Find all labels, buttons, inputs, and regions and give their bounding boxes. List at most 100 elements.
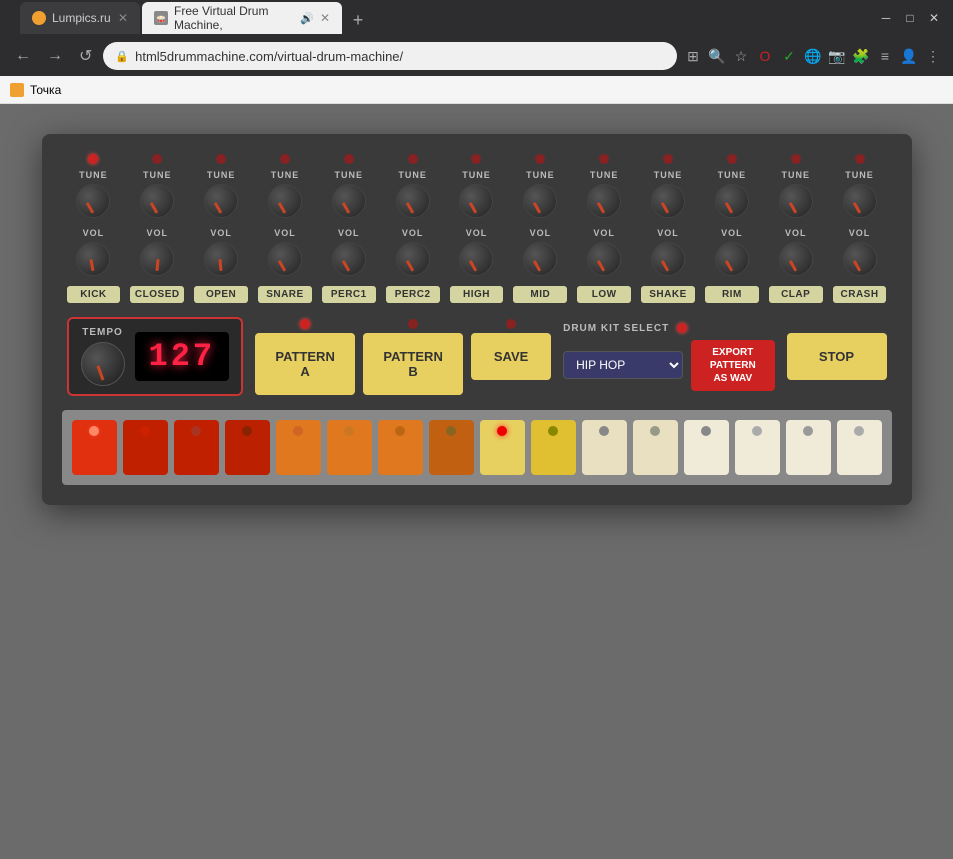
pad-led-9 [497,426,507,436]
tune-label-rim: TUNE [718,170,747,180]
knob-rim-tune[interactable] [715,184,749,218]
inst-btn-perc2[interactable]: PERC2 [386,286,440,303]
inst-rim-vol: VOL [705,228,759,276]
pad-14[interactable] [735,420,780,475]
save-button[interactable]: SAVE [471,333,551,380]
inst-shake-vol: VOL [641,228,695,276]
forward-button[interactable]: → [42,45,68,67]
knob-high-tune[interactable] [459,184,493,218]
knob-rim-vol[interactable] [715,242,749,276]
star-icon[interactable]: ☆ [731,46,751,66]
pad-2[interactable] [123,420,168,475]
inst-btn-kick[interactable]: KICK [67,286,121,303]
inst-btn-clap[interactable]: CLAP [769,286,823,303]
opera-icon[interactable]: O [755,46,775,66]
knob-shake-tune[interactable] [651,184,685,218]
pad-9[interactable] [480,420,525,475]
maximize-button[interactable]: □ [903,11,917,25]
pattern-b-button[interactable]: PATTERN B [363,333,463,395]
knob-crash-tune[interactable] [843,184,877,218]
globe-icon[interactable]: 🌐 [803,46,823,66]
pad-6[interactable] [327,420,372,475]
knob-snare-tune[interactable] [268,184,302,218]
inst-btn-crash[interactable]: CRASH [833,286,887,303]
led-shake-tune [663,154,673,164]
knob-kick-tune[interactable] [76,184,110,218]
bookmark-label[interactable]: Точка [30,83,61,97]
search-icon[interactable]: 🔍 [707,46,727,66]
vol-label-kick: VOL [83,228,105,238]
inst-btn-open[interactable]: OPEN [194,286,248,303]
inst-btn-closed[interactable]: CLOSED [130,286,184,303]
inst-btn-high[interactable]: HIGH [450,286,504,303]
puzzle-icon[interactable]: 🧩 [851,46,871,66]
pad-1[interactable] [72,420,117,475]
camera-icon[interactable]: 📷 [827,46,847,66]
inst-btn-mid[interactable]: MID [513,286,567,303]
knob-closed-vol[interactable] [140,242,174,276]
pad-4[interactable] [225,420,270,475]
knob-mid-vol[interactable] [523,242,557,276]
menu-icon[interactable]: ≡ [875,46,895,66]
knob-open-tune[interactable] [204,184,238,218]
tab-drum[interactable]: 🥁 Free Virtual Drum Machine, 🔊 ✕ [142,2,342,34]
pad-7[interactable] [378,420,423,475]
knob-low-vol[interactable] [587,242,621,276]
knob-mid-tune[interactable] [523,184,557,218]
url-field[interactable]: 🔒 html5drummachine.com/virtual-drum-mach… [103,42,677,70]
inst-btn-perc1[interactable]: PERC1 [322,286,376,303]
knob-snare-vol[interactable] [268,242,302,276]
knob-crash-vol[interactable] [843,242,877,276]
knob-kick-vol[interactable] [76,242,110,276]
knob-high-vol[interactable] [459,242,493,276]
address-bar: ← → ↺ 🔒 html5drummachine.com/virtual-dru… [0,36,953,76]
inst-btn-shake[interactable]: SHAKE [641,286,695,303]
pattern-a-button[interactable]: PATTERN A [255,333,355,395]
pad-5[interactable] [276,420,321,475]
pad-12[interactable] [633,420,678,475]
profile-icon[interactable]: 👤 [899,46,919,66]
url-text: html5drummachine.com/virtual-drum-machin… [135,49,403,64]
drum-kit-select[interactable]: HIP HOP ROCK ELECTRONIC JAZZ [563,351,683,379]
back-button[interactable]: ← [10,45,36,67]
stop-button[interactable]: STOP [787,333,887,380]
reload-button[interactable]: ↺ [74,44,97,68]
tab-close-drum[interactable]: ✕ [320,11,330,25]
inst-btn-low[interactable]: LOW [577,286,631,303]
more-icon[interactable]: ⋮ [923,46,943,66]
knob-low-tune[interactable] [587,184,621,218]
pad-13[interactable] [684,420,729,475]
knob-closed-tune[interactable] [140,184,174,218]
minimize-button[interactable]: ─ [879,11,893,25]
export-button[interactable]: EXPORT PATTERNAS WAV [691,340,774,391]
led-low-tune [599,154,609,164]
knob-clap-tune[interactable] [779,184,813,218]
new-tab-button[interactable]: + [344,6,372,34]
knob-perc2-tune[interactable] [396,184,430,218]
knob-perc2-vol[interactable] [396,242,430,276]
inst-btn-snare[interactable]: SNARE [258,286,312,303]
tempo-knob[interactable] [81,342,125,386]
pad-11[interactable] [582,420,627,475]
knob-perc1-vol[interactable] [332,242,366,276]
pad-3[interactable] [174,420,219,475]
check-icon[interactable]: ✓ [779,46,799,66]
translate-icon[interactable]: ⊞ [683,46,703,66]
pad-16[interactable] [837,420,882,475]
tab-lumpics[interactable]: Lumpics.ru ✕ [20,2,140,34]
pad-led-2 [140,426,150,436]
tab-audio-icon[interactable]: 🔊 [300,12,314,25]
knob-perc1-tune[interactable] [332,184,366,218]
pad-10[interactable] [531,420,576,475]
close-button[interactable]: ✕ [927,11,941,25]
knob-open-vol[interactable] [204,242,238,276]
led-snare-tune [280,154,290,164]
inst-btn-rim[interactable]: RIM [705,286,759,303]
knob-shake-vol[interactable] [651,242,685,276]
toolbar-icons: ⊞ 🔍 ☆ O ✓ 🌐 📷 🧩 ≡ 👤 ⋮ [683,46,943,66]
pad-15[interactable] [786,420,831,475]
led-kick-tune [88,154,98,164]
knob-clap-vol[interactable] [779,242,813,276]
pad-8[interactable] [429,420,474,475]
tab-close-lumpics[interactable]: ✕ [118,11,128,25]
